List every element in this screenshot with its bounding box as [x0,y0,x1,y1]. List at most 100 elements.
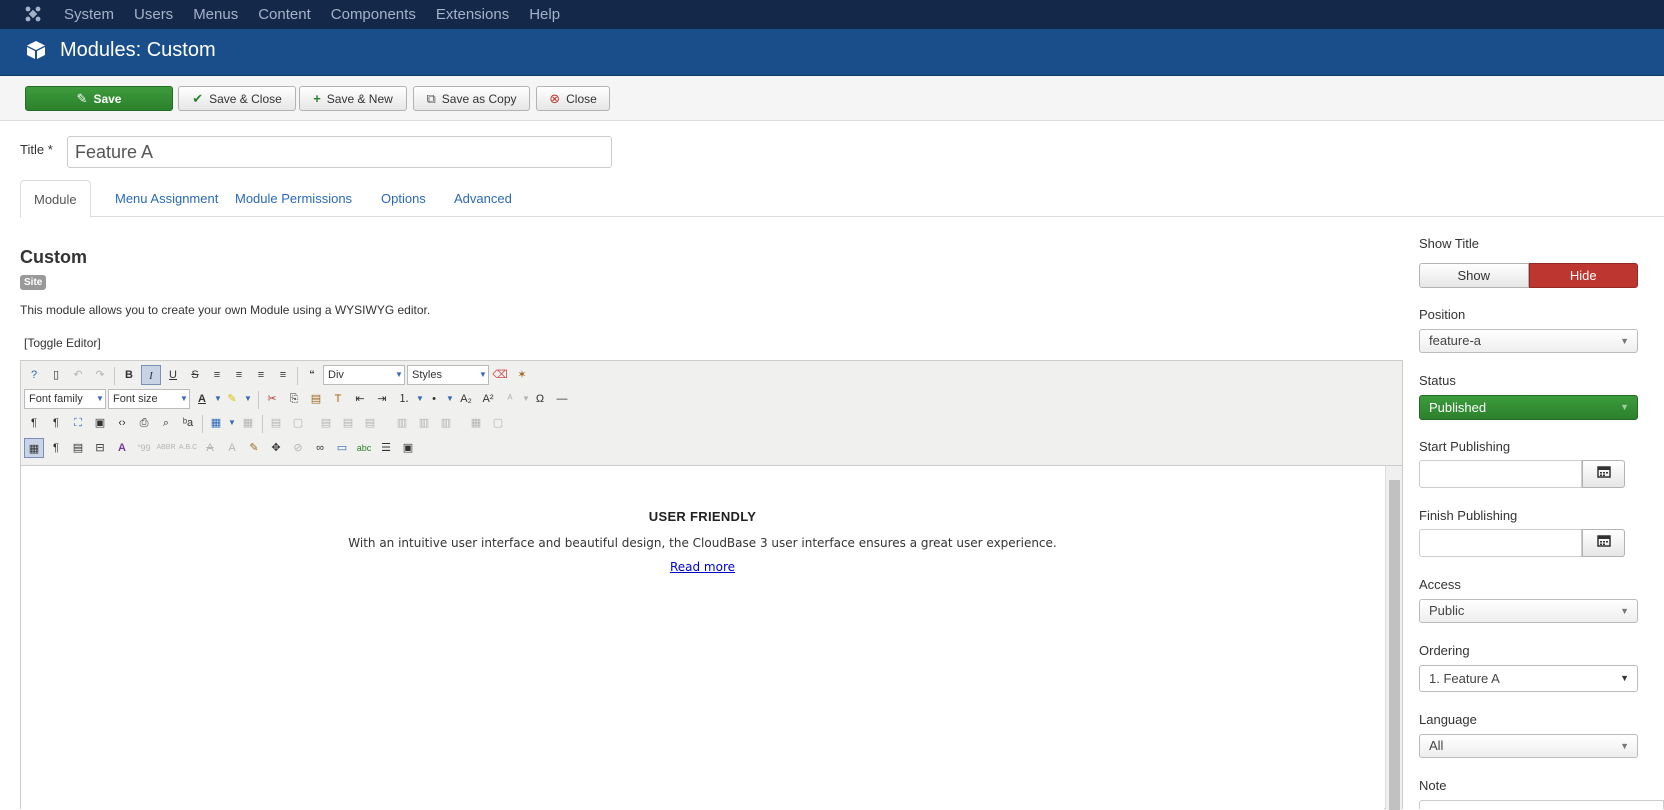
insert-layer-icon[interactable]: ✥ [266,438,286,458]
link-icon[interactable]: ∞ [310,438,330,458]
joomla-logo-icon[interactable] [24,5,42,23]
menu-extensions[interactable]: Extensions [436,0,509,29]
print-icon[interactable]: ⎙ [134,413,154,433]
show-blocks-icon[interactable]: ¶ [46,438,66,458]
title-input[interactable]: Feature A [67,136,612,168]
special-char-icon[interactable]: Ω [530,389,550,409]
editor-scrollbar[interactable] [1385,466,1402,810]
menu-components[interactable]: Components [331,0,416,29]
menu-content[interactable]: Content [258,0,311,29]
save-button[interactable]: ✎ Save [25,86,173,111]
blockquote-icon[interactable]: “ [302,365,322,385]
acronym-icon[interactable]: A.B.C [178,438,198,458]
eraser-icon[interactable]: ⌫ [490,365,510,385]
cite-icon[interactable]: “99 [134,438,154,458]
col-after-icon[interactable]: ▥ [414,413,434,433]
align-justify-icon[interactable]: ≡ [207,365,227,385]
strikethrough-icon[interactable]: S [185,365,205,385]
replace-icon[interactable]: ᵇa [178,413,198,433]
close-button[interactable]: ⊗ Close [536,86,610,111]
row-after-icon[interactable]: ▤ [338,413,358,433]
tab-module-permissions[interactable]: Module Permissions [222,180,365,217]
horizontal-rule-icon[interactable]: — [552,389,572,409]
menu-help[interactable]: Help [529,0,560,29]
col-before-icon[interactable]: ▥ [392,413,412,433]
new-document-icon[interactable]: ▯ [46,365,66,385]
visual-aid-icon[interactable]: ▦ [24,438,44,458]
tab-options[interactable]: Options [368,180,439,217]
paste-icon[interactable]: ▤ [306,389,326,409]
row-before-icon[interactable]: ▤ [316,413,336,433]
ordering-select[interactable]: 1. Feature A ▼ [1419,665,1638,692]
menu-system[interactable]: System [64,0,114,29]
position-select[interactable]: feature-a ▼ [1419,329,1638,353]
font-size-select[interactable]: Font size ▼ [108,389,190,409]
style-props-icon[interactable]: A [112,438,132,458]
font-family-select[interactable]: Font family ▼ [24,389,106,409]
tab-menu-assignment[interactable]: Menu Assignment [102,180,231,217]
row-props-icon[interactable]: ▤ [266,413,286,433]
italic-icon[interactable]: I [141,365,161,385]
save-close-button[interactable]: ✔ Save & Close [178,86,296,111]
abbr-icon[interactable]: ABBR [156,438,176,458]
cleanup-icon[interactable]: ✶ [512,365,532,385]
ins-icon[interactable]: A [222,438,242,458]
split-cells-icon[interactable]: ▦ [466,413,486,433]
scrollbar-thumb[interactable] [1389,480,1400,810]
merge-cells-icon[interactable]: ▢ [488,413,508,433]
cut-icon[interactable]: ✂ [262,389,282,409]
unlink-icon[interactable]: ⊘ [288,438,308,458]
bold-icon[interactable]: B [119,365,139,385]
underline-icon[interactable]: U [163,365,183,385]
styles-select[interactable]: Styles ▼ [407,365,489,385]
show-title-show-button[interactable]: Show [1419,263,1529,288]
save-new-button[interactable]: + Save & New [299,86,407,111]
cell-props-icon[interactable]: ▢ [288,413,308,433]
fullscreen-icon[interactable]: ⛶ [68,413,88,433]
tab-advanced[interactable]: Advanced [441,180,525,217]
search-icon[interactable]: ⌕ [156,413,176,433]
menu-users[interactable]: Users [134,0,173,29]
toggle-editor-link[interactable]: [Toggle Editor] [24,336,101,350]
ltr-icon[interactable]: ¶ [24,413,44,433]
access-select[interactable]: Public ▼ [1419,599,1638,623]
delete-row-icon[interactable]: ▤ [360,413,380,433]
menu-menus[interactable]: Menus [193,0,238,29]
align-right-icon[interactable]: ≡ [273,365,293,385]
paste-text-icon[interactable]: T [328,389,348,409]
del-icon[interactable]: A [200,438,220,458]
delete-table-icon[interactable]: ▦ [238,413,258,433]
help-icon[interactable]: ? [24,365,44,385]
template-icon[interactable]: ▤ [68,438,88,458]
pagebreak-icon[interactable]: ⊟ [90,438,110,458]
save-copy-button[interactable]: ⧉ Save as Copy [413,86,530,111]
show-title-hide-button[interactable]: Hide [1528,263,1638,288]
delete-col-icon[interactable]: ▥ [436,413,456,433]
calendar-icon[interactable] [1582,529,1625,557]
readmore-icon[interactable]: ☰ [376,438,396,458]
note-input[interactable] [1419,800,1664,809]
copy-icon[interactable]: ⎘ [284,389,304,409]
tab-module[interactable]: Module [20,180,91,218]
superscript-icon[interactable]: A² [478,389,498,409]
code-icon[interactable]: ‹› [112,413,132,433]
editor-content[interactable]: USER FRIENDLY With an intuitive user int… [21,466,1384,810]
read-more-link[interactable]: Read more [21,560,1384,574]
outdent-icon[interactable]: ⇤ [350,389,370,409]
rtl-icon[interactable]: ¶ [46,413,66,433]
highlight-dropdown-icon[interactable]: ▼ [238,389,258,409]
redo-icon[interactable]: ↷ [90,365,110,385]
article-icon[interactable]: ▣ [398,438,418,458]
spellcheck-icon[interactable]: abc [354,438,374,458]
format-select[interactable]: Div ▼ [323,365,405,385]
status-select[interactable]: Published ▼ [1419,395,1638,420]
undo-icon[interactable]: ↶ [68,365,88,385]
start-publishing-input[interactable] [1419,460,1582,488]
image-icon[interactable]: ▭ [332,438,352,458]
indent-icon[interactable]: ⇥ [372,389,392,409]
subscript-icon[interactable]: A₂ [456,389,476,409]
align-center-icon[interactable]: ≡ [229,365,249,385]
finish-publishing-input[interactable] [1419,529,1582,557]
language-select[interactable]: All ▼ [1419,734,1638,758]
align-left-icon[interactable]: ≡ [251,365,271,385]
